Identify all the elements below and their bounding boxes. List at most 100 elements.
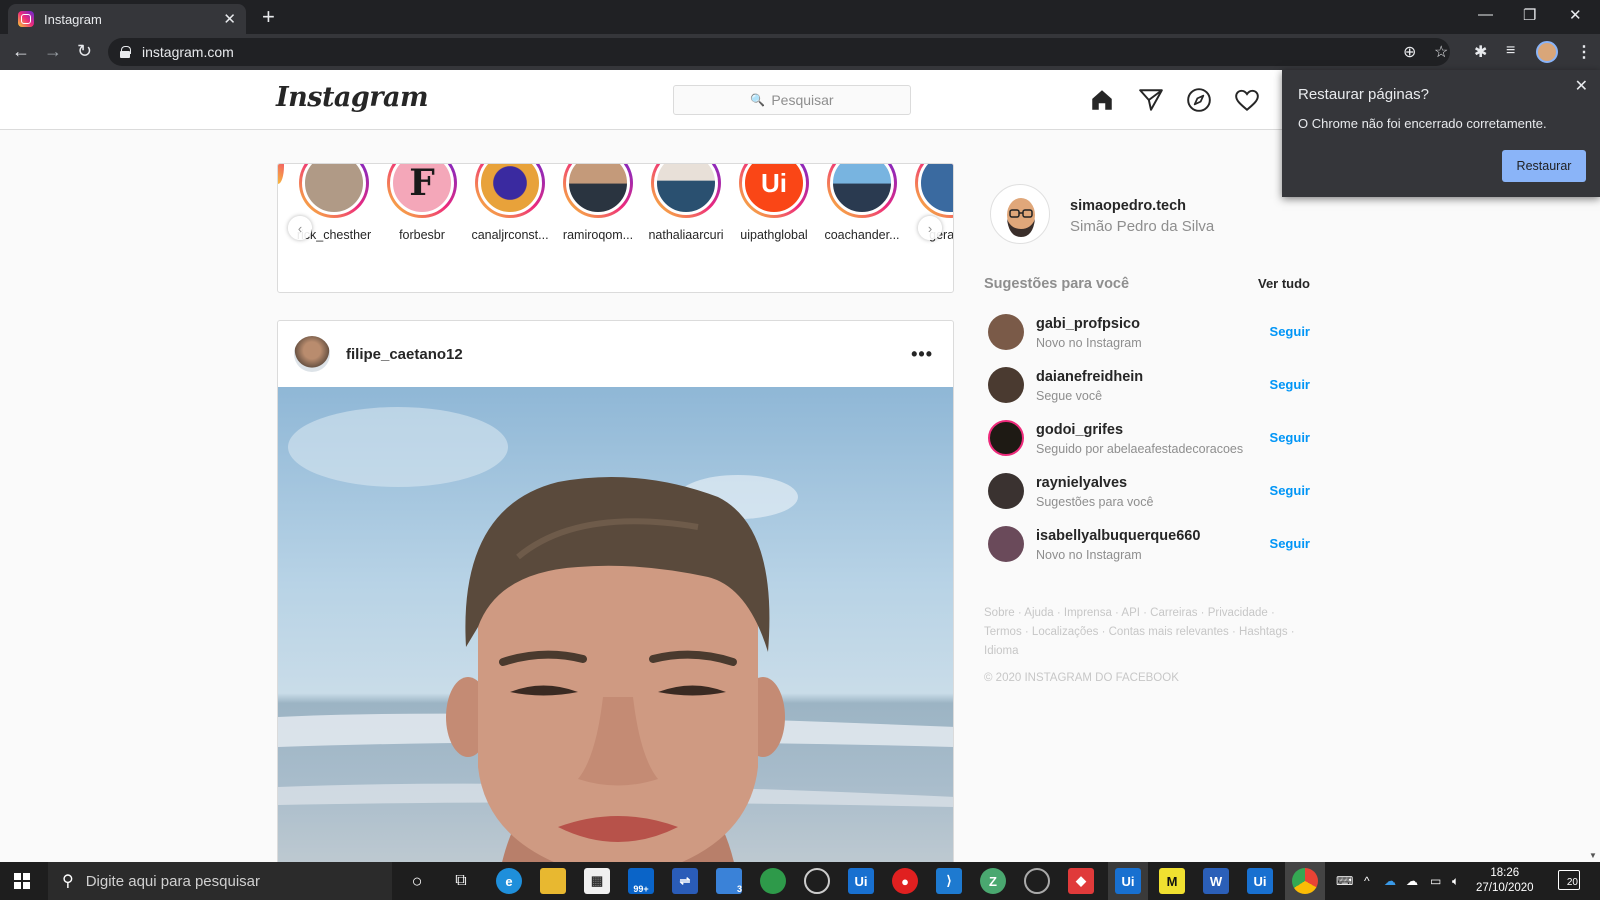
story-item[interactable]: canaljrconst... [466, 164, 554, 242]
tab-close-icon[interactable]: ✕ [223, 10, 236, 28]
bookmark-star-icon[interactable]: ☆ [1434, 42, 1448, 62]
forward-icon[interactable]: → [44, 40, 62, 62]
suggestion-avatar[interactable] [988, 526, 1024, 562]
suggestion-item: daianefreidhein Segue você Seguir [984, 363, 1310, 407]
suggestion-username[interactable]: daianefreidhein [1036, 369, 1143, 385]
browser-tab-instagram[interactable]: Instagram ✕ [8, 4, 246, 34]
home-icon[interactable] [1089, 87, 1115, 113]
network-icon[interactable]: ▭ [1430, 874, 1441, 888]
uipath-assistant-icon[interactable]: Ui [1247, 868, 1273, 894]
record-app-icon[interactable]: ● [892, 868, 918, 894]
activity-heart-icon[interactable] [1234, 87, 1260, 113]
media-queue-icon[interactable]: ≡ [1506, 42, 1515, 60]
new-tab-button[interactable]: + [262, 5, 275, 29]
restore-button[interactable]: Restaurar [1502, 150, 1586, 182]
miro-icon[interactable]: M [1159, 868, 1185, 894]
suggestion-username[interactable]: isabellyalbuquerque660 [1036, 528, 1200, 544]
onedrive-personal-icon[interactable]: ☁ [1406, 874, 1418, 888]
suggestion-username[interactable]: gabi_profpsico [1036, 316, 1140, 332]
more-options-icon[interactable]: ••• [911, 344, 933, 365]
taskbar-search-input[interactable]: ⚲ Digite aqui para pesquisar [48, 862, 392, 900]
tray-expand-icon[interactable]: ^ [1364, 874, 1370, 888]
close-window-icon[interactable]: ✕ [1569, 6, 1582, 24]
post-header: filipe_caetano12 ••• [278, 321, 953, 387]
stories-prev-arrow-icon[interactable]: ‹ [288, 216, 312, 240]
story-item[interactable]: nathaliaarcuri [642, 164, 730, 242]
extensions-icon[interactable]: ✱ [1474, 42, 1487, 62]
settings-app-icon[interactable] [1024, 868, 1050, 894]
suggestion-avatar[interactable] [988, 420, 1024, 456]
zoom-icon[interactable]: ⊕ [1403, 42, 1416, 62]
follow-button[interactable]: Seguir [1270, 483, 1310, 498]
scroll-down-arrow-icon[interactable]: ▼ [1589, 851, 1597, 860]
anydesk-icon[interactable]: ◆ [1068, 868, 1094, 894]
edge-icon[interactable]: e [496, 868, 522, 894]
azure-devops-icon[interactable]: ⇌ [672, 868, 698, 894]
story-item[interactable]: F forbesbr [378, 164, 466, 242]
suggestions-title: Sugestões para você [984, 276, 1130, 292]
current-username[interactable]: simaopedro.tech [1070, 198, 1186, 214]
onedrive-icon[interactable]: ☁ [1384, 874, 1396, 888]
minimize-window-icon[interactable]: — [1478, 6, 1493, 23]
post-author-username[interactable]: filipe_caetano12 [346, 346, 911, 363]
taskbar-clock[interactable]: 18:26 27/10/2020 [1476, 866, 1534, 896]
cortana-icon[interactable]: ○ [404, 868, 430, 894]
suggestion-username[interactable]: raynielyalves [1036, 475, 1127, 491]
restore-window-icon[interactable]: ❐ [1523, 6, 1536, 24]
suggestion-avatar[interactable] [988, 473, 1024, 509]
uipath-studio-icon[interactable]: Ui [1115, 868, 1141, 894]
story-item[interactable]: coachander... [818, 164, 906, 242]
reload-icon[interactable]: ↻ [77, 40, 92, 62]
todo-icon[interactable]: 3 [716, 868, 742, 894]
story-avatar [654, 164, 718, 215]
restore-popup-title: Restaurar páginas? [1298, 86, 1429, 103]
follow-button[interactable]: Seguir [1270, 324, 1310, 339]
suggestion-item: raynielyalves Sugestões para você Seguir [984, 469, 1310, 513]
follow-button[interactable]: Seguir [1270, 377, 1310, 392]
chrome-icon[interactable] [1292, 868, 1318, 894]
explore-icon[interactable] [1186, 87, 1212, 113]
back-icon[interactable]: ← [12, 40, 30, 62]
z-app-icon[interactable]: Z [980, 868, 1006, 894]
clock-time: 18:26 [1490, 867, 1520, 879]
task-view-icon[interactable]: ⧉ [448, 868, 474, 894]
file-explorer-icon[interactable] [540, 868, 566, 894]
post-author-avatar[interactable] [294, 336, 330, 372]
mail-icon[interactable]: 99+ [628, 868, 654, 894]
suggestions-header: Sugestões para você Ver tudo [984, 276, 1310, 292]
lock-icon [120, 46, 131, 58]
current-user-avatar[interactable] [990, 184, 1050, 244]
windows-start-icon[interactable] [14, 873, 30, 889]
volume-icon[interactable]: 🔈︎ [1452, 874, 1459, 889]
uipath-app-icon[interactable]: Ui [848, 868, 874, 894]
post-photo[interactable] [278, 387, 953, 862]
word-icon[interactable]: W [1203, 868, 1229, 894]
obs-icon[interactable] [804, 868, 830, 894]
story-avatar [566, 164, 630, 215]
suggestion-avatar[interactable] [988, 314, 1024, 350]
story-item[interactable]: ramiroqom... [554, 164, 642, 242]
follow-button[interactable]: Seguir [1270, 536, 1310, 551]
footer-links[interactable]: Sobre · Ajuda · Imprensa · API · Carreir… [984, 604, 1310, 661]
chrome-profile-avatar[interactable] [1536, 41, 1558, 63]
story-ring [827, 164, 897, 218]
follow-button[interactable]: Seguir [1270, 430, 1310, 445]
instagram-logo[interactable]: Instagram [276, 82, 429, 113]
vscode-icon[interactable]: ⟩ [936, 868, 962, 894]
store-icon[interactable]: ▦ [584, 868, 610, 894]
see-all-link[interactable]: Ver tudo [1258, 276, 1310, 292]
shield-app-icon[interactable] [760, 868, 786, 894]
address-bar[interactable]: instagram.com [108, 38, 1450, 66]
suggestion-subtitle: Seguido por abelaeafestadecoracoes [1036, 442, 1244, 456]
keyboard-icon[interactable]: ⌨ [1336, 874, 1353, 888]
suggestion-avatar[interactable] [988, 367, 1024, 403]
stories-next-arrow-icon[interactable]: › [918, 216, 942, 240]
chrome-menu-icon[interactable]: ⋮ [1576, 42, 1592, 62]
notification-center-icon[interactable]: 20 [1558, 870, 1580, 890]
suggestion-username[interactable]: godoi_grifes [1036, 422, 1123, 438]
search-input[interactable]: 🔍 Pesquisar [673, 85, 911, 115]
direct-messages-icon[interactable] [1138, 87, 1164, 113]
story-item[interactable]: Ui uipathglobal [730, 164, 818, 242]
windows-taskbar: ⚲ Digite aqui para pesquisar ○ ⧉ e ▦ 99+… [0, 862, 1600, 900]
close-popup-icon[interactable]: ✕ [1575, 76, 1588, 96]
